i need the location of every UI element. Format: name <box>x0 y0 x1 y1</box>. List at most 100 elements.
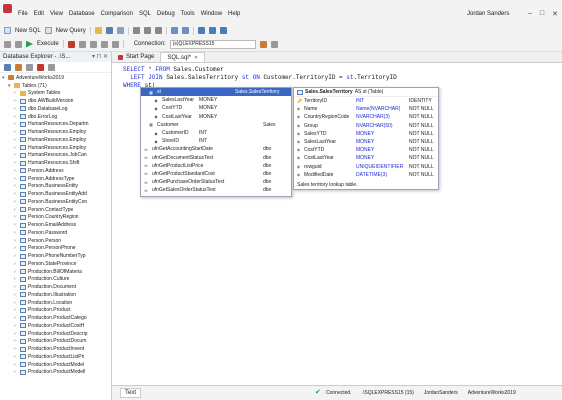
tree-item-table[interactable]: › Person.Address <box>0 167 111 175</box>
connection-settings-icon[interactable] <box>270 40 278 48</box>
new-query-button[interactable]: New Query <box>56 28 86 34</box>
tree-item-table[interactable]: › Person.EmailAddress <box>0 221 111 229</box>
toggle-icon[interactable] <box>4 40 11 48</box>
tree-item-table[interactable]: › HumanResources.JobCan <box>0 152 111 160</box>
user-name[interactable]: Jordan Sanders <box>467 11 509 17</box>
tree-item-table[interactable]: › dbo.AWBuildVersion <box>0 97 111 105</box>
paste-icon[interactable] <box>154 27 162 34</box>
tree-item-table[interactable]: › Production.ProductModel <box>0 361 111 369</box>
autocomplete-item[interactable]: ▦ st Sales.SalesTerritory <box>141 88 291 97</box>
menu-item-help[interactable]: Help <box>227 11 241 17</box>
connection-select[interactable]: (s)QLEXPRESS15 <box>169 39 256 49</box>
save-icon[interactable] <box>105 27 113 34</box>
open-folder-icon[interactable] <box>94 27 102 34</box>
tree-item-table[interactable]: › Production.Product <box>0 307 111 315</box>
tree-item-table[interactable]: › Production.Illustration <box>0 291 111 299</box>
delete-icon[interactable] <box>37 63 44 71</box>
step-icon[interactable] <box>78 40 86 48</box>
tree-item-table[interactable]: › HumanResources.Employ <box>0 136 111 144</box>
tree-item-table[interactable]: › Person.CountryRegion <box>0 214 111 222</box>
close-icon[interactable]: ✕ <box>552 10 558 18</box>
tree-item-table[interactable]: › Production.Location <box>0 299 111 307</box>
autocomplete-item[interactable]: ◆ CostLastYear MONEY <box>141 113 291 121</box>
plan-icon[interactable] <box>100 40 108 48</box>
tree-item-table[interactable]: › Production.BillOfMateria <box>0 268 111 276</box>
refresh-icon[interactable] <box>15 40 22 48</box>
tree-item-table[interactable]: › Person.ContactType <box>0 206 111 214</box>
copy-icon[interactable] <box>143 27 151 34</box>
tree-item-table[interactable]: › Production.ProductDocum <box>0 338 111 346</box>
tree-item-table[interactable]: › Person.BusinessEntityAdd <box>0 190 111 198</box>
database-icon[interactable] <box>259 40 267 48</box>
tree-item-table[interactable]: › HumanResources.Employ <box>0 128 111 136</box>
menu-item-debug[interactable]: Debug <box>156 11 176 17</box>
tree-item-table[interactable]: › System Tables <box>0 90 111 98</box>
text-mode-button[interactable]: Text <box>120 388 142 398</box>
tab-start-page[interactable]: Start Page <box>112 52 160 62</box>
menu-item-file[interactable]: File <box>17 11 29 17</box>
tree-item-table[interactable]: › HumanResources.Employ <box>0 144 111 152</box>
menu-item-database[interactable]: Database <box>68 11 96 17</box>
autocomplete-item[interactable]: ▦ Customer Sales <box>141 121 291 129</box>
stop-icon[interactable] <box>67 40 75 48</box>
undo-icon[interactable] <box>170 27 178 34</box>
autocomplete-item[interactable]: fx ufnGetSalesOrderStatusText dbo <box>141 186 291 194</box>
autocomplete-item[interactable]: ◆ CostYTD MONEY <box>141 104 291 112</box>
autocomplete-item[interactable]: fx ufnGetDocumentStatusText dbo <box>141 154 291 162</box>
autocomplete-item[interactable]: fx ufnGetProductStandardCost dbo <box>141 170 291 178</box>
new-sql-icon[interactable] <box>4 27 11 34</box>
autocomplete-item[interactable]: fx ufnGetAccountingStartDate dbo <box>141 145 291 153</box>
menu-item-edit[interactable]: Edit <box>33 11 45 17</box>
tree-item-table[interactable]: › Person.Person <box>0 237 111 245</box>
cut-icon[interactable] <box>132 27 140 34</box>
tree-item-table[interactable]: › dbo.ErrorLog <box>0 113 111 121</box>
tree-item-table[interactable]: › Production.Document <box>0 283 111 291</box>
autocomplete-item[interactable]: ◆ SalesLastYear MONEY <box>141 96 291 104</box>
tree-item-table[interactable]: › Person.AddressType <box>0 175 111 183</box>
minimize-icon[interactable]: – <box>528 10 532 18</box>
menu-item-window[interactable]: Window <box>200 11 223 17</box>
tree-item-table[interactable]: › Production.ProductCatego <box>0 314 111 322</box>
close-tab-icon[interactable]: ✕ <box>194 55 198 61</box>
tree-item-table[interactable]: › Person.BusinessEntityCon <box>0 198 111 206</box>
comment-icon[interactable] <box>208 27 216 34</box>
tree-item-table[interactable]: › Person.PhoneNumberTyp <box>0 252 111 260</box>
tree-item-table[interactable]: › Production.ProductCostH <box>0 322 111 330</box>
profile-icon[interactable] <box>111 40 119 48</box>
menu-item-sql[interactable]: SQL <box>138 11 152 17</box>
new-connection-icon[interactable] <box>4 63 11 71</box>
redo-icon[interactable] <box>181 27 189 34</box>
refresh-tree-icon[interactable] <box>26 63 33 71</box>
execute-button[interactable]: Execute <box>37 41 59 47</box>
tree-item-table[interactable]: › HumanResources.Departm <box>0 121 111 129</box>
menu-item-tools[interactable]: Tools <box>180 11 196 17</box>
debug-icon[interactable] <box>89 40 97 48</box>
filter-icon[interactable] <box>48 63 55 71</box>
menu-item-view[interactable]: View <box>49 11 64 17</box>
format-icon[interactable] <box>197 27 205 34</box>
autocomplete-item[interactable]: ◆ CustomerID INT <box>141 129 291 137</box>
new-sql-button[interactable]: New SQL <box>15 28 41 34</box>
autocomplete-item[interactable]: ◆ StoreID INT <box>141 137 291 145</box>
autocomplete-item[interactable]: fx ufnGetProductListPrice dbo <box>141 162 291 170</box>
tree-item-table[interactable]: › Person.StateProvince <box>0 260 111 268</box>
tree-item-table[interactable]: › Production.ProductInvent <box>0 345 111 353</box>
tree-item-table[interactable]: › dbo.DatabaseLog <box>0 105 111 113</box>
tab-sql[interactable]: SQL.sql* ✕ <box>160 52 206 62</box>
tree-item-table[interactable]: › HumanResources.Shift <box>0 159 111 167</box>
tree-item-table[interactable]: › Person.Password <box>0 229 111 237</box>
db-connect-icon[interactable] <box>15 63 22 71</box>
uncomment-icon[interactable] <box>219 27 227 34</box>
tree-item-tables-folder[interactable]: ▾ Tables (71) <box>0 82 111 90</box>
maximize-icon[interactable]: □ <box>540 10 544 18</box>
tree-item-table[interactable]: › Person.BusinessEntity <box>0 183 111 191</box>
autocomplete-item[interactable]: fx ufnGetPurchaseOrderStatusText dbo <box>141 178 291 186</box>
menu-item-comparison[interactable]: Comparison <box>100 11 134 17</box>
tree-item-table[interactable]: › Production.Culture <box>0 276 111 284</box>
tree-item-table[interactable]: › Production.ProductDescrip <box>0 330 111 338</box>
execute-icon[interactable] <box>26 40 33 48</box>
save-all-icon[interactable] <box>116 27 124 34</box>
explorer-window-buttons[interactable]: ▾ ⊓ ✕ <box>92 53 108 60</box>
new-query-icon[interactable] <box>44 27 52 34</box>
tree-item-database[interactable]: ▾ AdventureWorks2019 <box>0 74 111 82</box>
